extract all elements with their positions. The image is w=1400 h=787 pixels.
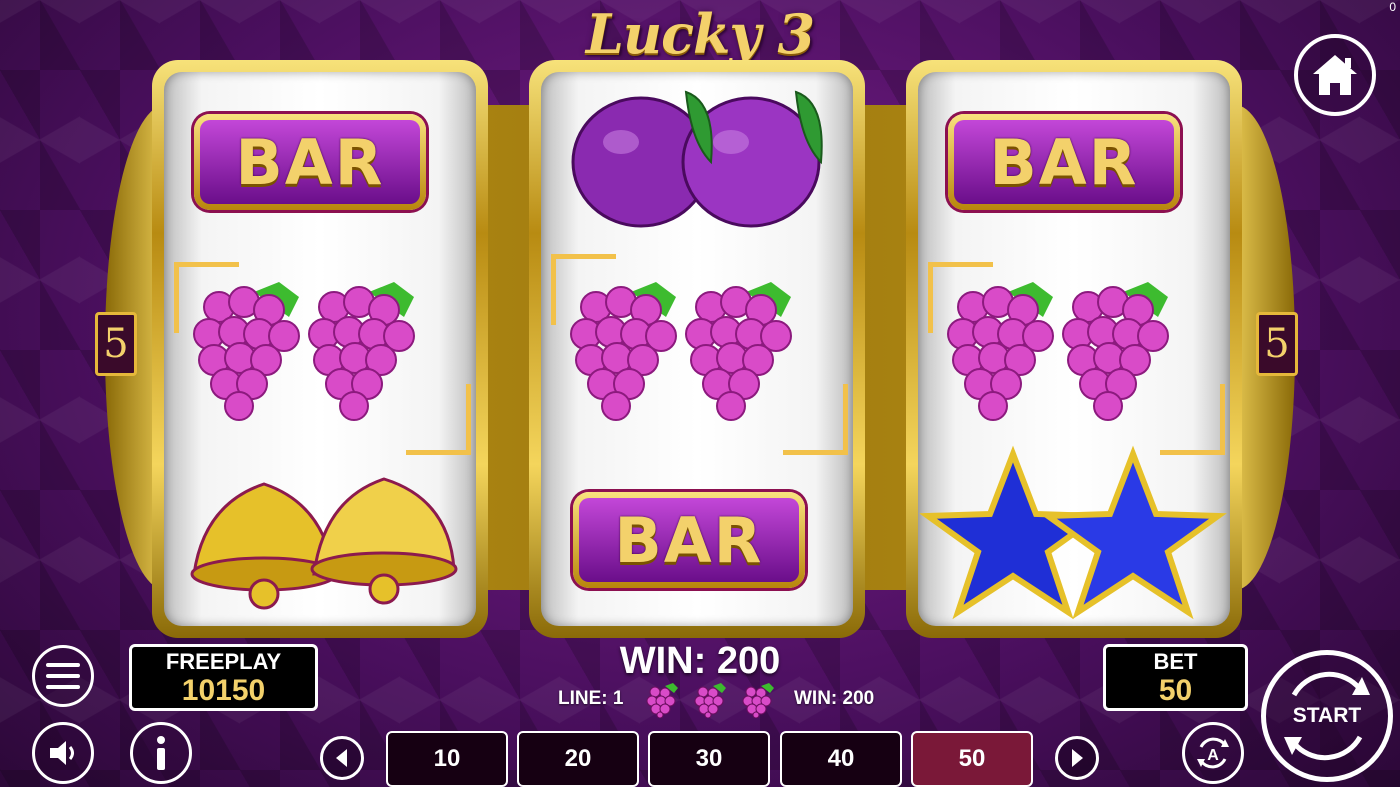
stars-symbol [918, 444, 1230, 624]
bet-label: BET [1153, 649, 1198, 674]
freeplay-value: 10150 [181, 674, 266, 707]
bet-option-20[interactable]: 20 [517, 731, 639, 787]
bet-decrease-button[interactable] [320, 736, 364, 780]
menu-icon [46, 663, 80, 689]
bet-option-10[interactable]: 10 [386, 731, 508, 787]
grapes-icon [646, 683, 678, 718]
bet-option-30[interactable]: 30 [648, 731, 770, 787]
bet-option-40[interactable]: 40 [780, 731, 902, 787]
win-amount: WIN: 200 [619, 640, 781, 682]
freeplay-panel: FREEPLAY 10150 [129, 644, 318, 711]
bet-increase-button[interactable] [1055, 736, 1099, 780]
bar-symbol: BAR [164, 72, 476, 252]
bar-symbol: BAR [918, 72, 1230, 252]
reel-1: BAR [152, 60, 488, 638]
svg-text:A: A [1207, 747, 1219, 764]
sound-button[interactable] [32, 722, 94, 784]
info-button[interactable] [130, 722, 192, 784]
payline-number-left: 5 [95, 312, 137, 376]
arrow-left-icon [336, 749, 347, 767]
start-label: START [1292, 704, 1362, 727]
bells-symbol [164, 444, 476, 624]
plums-symbol [541, 72, 853, 252]
home-button[interactable] [1294, 34, 1376, 116]
grapes-icon [694, 683, 726, 718]
start-button[interactable]: START [1261, 650, 1393, 782]
corner-counter: 0 [1389, 0, 1396, 14]
bet-panel: BET 50 [1103, 644, 1248, 711]
win-line-amount: WIN: 200 [794, 688, 875, 709]
reel-3: BAR [906, 60, 1242, 638]
grapes-icon [742, 683, 774, 718]
autoplay-button[interactable]: A [1182, 722, 1244, 784]
reel-2: BAR [529, 60, 865, 638]
arrow-right-icon [1072, 749, 1083, 767]
bar-symbol: BAR [541, 444, 853, 624]
bet-value: 50 [1158, 674, 1193, 707]
home-icon [1313, 55, 1357, 95]
win-line-symbols [645, 682, 785, 718]
speaker-icon [50, 741, 74, 765]
info-icon [157, 736, 165, 770]
freeplay-label: FREEPLAY [165, 649, 282, 674]
win-line-label: LINE: 1 [558, 688, 624, 709]
autoplay-icon: A [1197, 737, 1229, 769]
bet-option-50[interactable]: 50 [911, 731, 1033, 787]
menu-button[interactable] [32, 645, 94, 707]
payline-number-right: 5 [1256, 312, 1298, 376]
